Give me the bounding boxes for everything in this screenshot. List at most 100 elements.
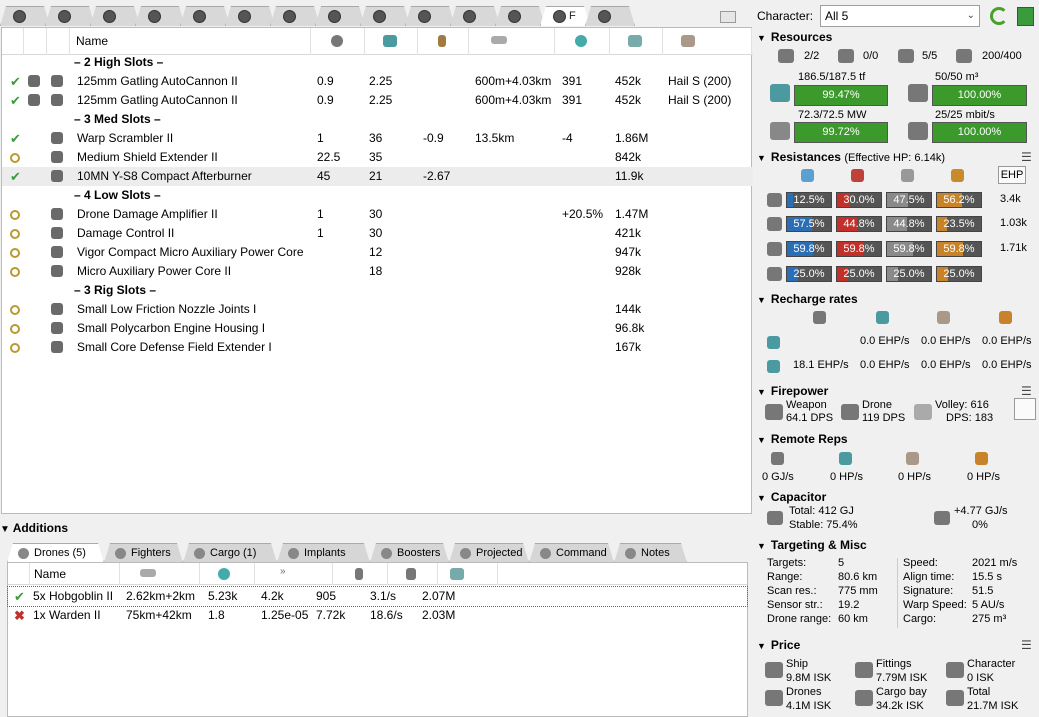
fit-tab[interactable] <box>360 6 410 26</box>
resistances-section-header[interactable]: ▼ Resistances (Effective HP: 6.14k) <box>757 150 945 164</box>
resources-section-header[interactable]: ▼ Resources <box>757 30 832 44</box>
drone-row[interactable]: ✖ 1x Warden II 75km+42km 1.8 1.25e-05 7.72k 18… <box>8 606 747 625</box>
module-state-icon[interactable]: ✔ <box>10 91 21 110</box>
additions-tab[interactable]: Boosters <box>370 543 449 563</box>
resistance-value: 25.0% <box>793 268 825 280</box>
fit-tab[interactable] <box>225 6 275 26</box>
resistance-value: 25.0% <box>893 268 925 280</box>
module-state-icon[interactable] <box>10 319 20 340</box>
resistances-menu-icon[interactable]: ☰ <box>1021 150 1032 164</box>
module-row[interactable]: Micro Auxiliary Power Core II 18 928k <box>2 262 753 281</box>
additions-tab[interactable]: Command <box>529 543 614 563</box>
refresh-character-icon[interactable] <box>990 7 1008 25</box>
firepower-mode-button[interactable] <box>1014 398 1036 420</box>
drone-hp-column-icon[interactable] <box>355 568 363 580</box>
module-state-icon[interactable] <box>10 224 20 245</box>
drone-c6: 2.07M <box>422 589 456 603</box>
additions-tab[interactable]: Projected <box>449 543 529 563</box>
fit-tab[interactable] <box>45 6 95 26</box>
module-row[interactable]: ✔ 125mm Gatling AutoCannon II 0.9 2.25 600m+… <box>2 72 753 91</box>
drone-dps-column-icon[interactable] <box>406 568 416 580</box>
fit-icon <box>328 10 341 23</box>
drone-row[interactable]: ✔ 5x Hobgoblin II 2.62km+2km 5.23k 4.2k 905 3.… <box>7 586 748 607</box>
module-icon <box>51 303 63 315</box>
fit-tab[interactable] <box>90 6 140 26</box>
fit-tab[interactable] <box>315 6 365 26</box>
fit-tab[interactable] <box>135 6 185 26</box>
module-stat: 2.25 <box>369 74 393 88</box>
module-state-icon[interactable] <box>10 338 20 359</box>
additions-tab[interactable]: Fighters <box>104 543 183 563</box>
tracking-column-icon[interactable] <box>575 35 587 47</box>
module-stat: 1 <box>317 131 324 145</box>
fit-tab[interactable]: F <box>540 6 590 26</box>
add-fit-tab-icon[interactable] <box>720 11 736 23</box>
module-row[interactable]: ✔ Warp Scrambler II 1 36 -0.9 13.5km -4 1.86M <box>2 129 753 148</box>
module-state-icon[interactable]: ✔ <box>10 72 21 91</box>
powergrid-column-icon[interactable] <box>383 35 397 47</box>
drone-range-column-icon[interactable] <box>140 569 156 577</box>
module-row[interactable]: ✔ 125mm Gatling AutoCannon II 0.9 2.25 600m+… <box>2 91 753 110</box>
drone-panel: Name » ✔ 5x Hobgoblin II 2.62km+2km 5.23k 4.… <box>7 562 748 717</box>
remote-reps-section-header[interactable]: ▼ Remote Reps <box>757 432 848 446</box>
drone-state-icon[interactable]: ✖ <box>14 606 25 625</box>
range-column-icon[interactable] <box>491 36 507 44</box>
fit-tab[interactable] <box>450 6 500 26</box>
additions-tab-label: Command <box>556 547 607 559</box>
module-state-icon[interactable] <box>10 300 20 321</box>
module-row[interactable]: Damage Control II 1 30 421k <box>2 224 753 243</box>
firepower-menu-icon[interactable]: ☰ <box>1021 384 1032 398</box>
drone-price-column-icon[interactable] <box>450 568 464 580</box>
module-row[interactable]: Small Core Defense Field Extender I 167k <box>2 338 753 357</box>
module-row[interactable]: ✔ 10MN Y-S8 Compact Afterburner 45 21 -2.67 1… <box>2 167 753 186</box>
fit-icon <box>283 10 296 23</box>
module-row[interactable]: Drone Damage Amplifier II 1 30 +20.5% 1.47M <box>2 205 753 224</box>
character-select[interactable]: All 5 ⌄ <box>820 5 980 27</box>
ehp-toggle-button[interactable]: EHP <box>998 166 1026 184</box>
module-state-icon[interactable] <box>10 262 20 283</box>
fit-tab[interactable] <box>180 6 230 26</box>
price-column-icon[interactable] <box>628 35 642 47</box>
fitting-panel: Name – 2 High Slots – ✔ 125mm Gatling Auto… <box>1 27 753 514</box>
additions-tab[interactable]: Implants <box>277 543 370 563</box>
additions-title[interactable]: ▼ Additions <box>0 521 68 535</box>
additions-tab[interactable]: Cargo (1) <box>183 543 277 563</box>
recharge-value: 0.0 EHP/s <box>982 335 1032 347</box>
drone-name-column-header[interactable]: Name <box>34 567 66 581</box>
price-cargo-bay-icon <box>855 690 873 706</box>
targeting-section-header[interactable]: ▼ Targeting & Misc <box>757 538 867 552</box>
capacitor-section-header[interactable]: ▼ Capacitor <box>757 490 826 504</box>
price-section-header[interactable]: ▼ Price <box>757 638 800 652</box>
module-row[interactable]: Vigor Compact Micro Auxiliary Power Core… <box>2 243 753 262</box>
launcher-hardpoints-value: 0/0 <box>863 50 879 62</box>
fit-tab[interactable] <box>585 6 635 26</box>
drone-state-icon[interactable]: ✔ <box>14 587 25 606</box>
firepower-section-header[interactable]: ▼ Firepower <box>757 384 828 398</box>
additions-tab[interactable]: Drones (5) <box>7 543 104 563</box>
module-state-icon[interactable] <box>10 205 20 226</box>
fit-tab[interactable] <box>270 6 320 26</box>
module-row[interactable]: Medium Shield Extender II 22.5 35 842k <box>2 148 753 167</box>
module-state-icon[interactable]: ✔ <box>10 129 21 148</box>
module-row[interactable]: Small Low Friction Nozzle Joints I 144k <box>2 300 753 319</box>
drone-speed-column-icon[interactable]: » <box>280 566 286 577</box>
recharge-section-header[interactable]: ▼ Recharge rates <box>757 292 858 306</box>
name-column-header[interactable]: Name <box>76 34 108 48</box>
module-state-icon[interactable] <box>10 148 20 169</box>
cpu-column-icon[interactable] <box>331 35 343 47</box>
module-state-icon[interactable]: ✔ <box>10 167 21 186</box>
capacitor-column-icon[interactable] <box>438 35 446 47</box>
drone-tracking-column-icon[interactable] <box>218 568 230 580</box>
reinforced-tank-icon <box>767 336 780 349</box>
module-row[interactable]: Small Polycarbon Engine Housing I 96.8k <box>2 319 753 338</box>
price-menu-icon[interactable]: ☰ <box>1021 638 1032 652</box>
fit-tab[interactable] <box>405 6 455 26</box>
module-stat: 1.86M <box>615 131 649 145</box>
additions-tab[interactable]: Notes <box>614 543 687 563</box>
fit-tab[interactable] <box>0 6 50 26</box>
character-editor-icon[interactable] <box>1017 7 1034 26</box>
ammo-column-icon[interactable] <box>681 35 695 47</box>
module-state-icon[interactable] <box>10 243 20 264</box>
module-stat: 1 <box>317 226 324 240</box>
fit-tab[interactable] <box>495 6 545 26</box>
